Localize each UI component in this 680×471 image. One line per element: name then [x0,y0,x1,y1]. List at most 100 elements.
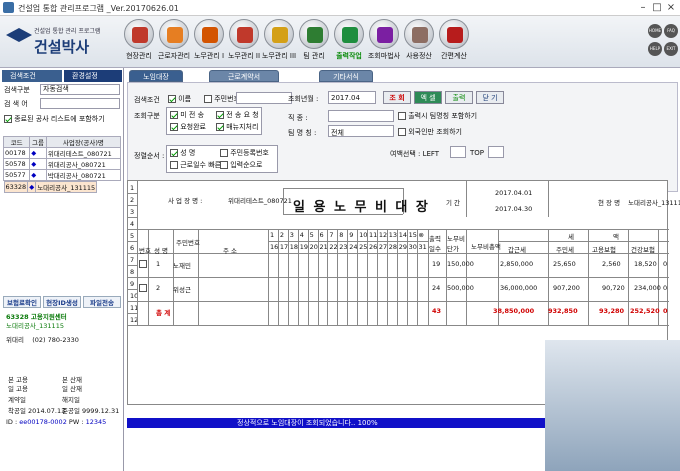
team-select[interactable]: 전체 [328,125,394,137]
total-resident: 93,280 [599,307,625,315]
site2-value: 노대리공사_131115 [628,199,680,207]
exit-button[interactable]: EXIT [664,42,678,56]
worker-income: 907,200 [553,284,580,292]
excel-button[interactable]: 엑 셀 [414,91,442,104]
file-send-button[interactable]: 파일전송 [83,296,121,308]
day-emp-label: 일 고용 [8,385,29,393]
grid-line [137,301,669,302]
include-ended-checkbox[interactable] [4,115,12,123]
job-select[interactable] [328,110,394,122]
search-type-select[interactable]: 자동검색 [40,84,120,95]
close-button[interactable]: 닫 기 [476,91,504,104]
toolbar-label: 간편계산 [441,52,467,60]
sort-name[interactable]: 성 명 [170,148,195,158]
grid-line [137,277,669,278]
faq-button[interactable]: FAQ [664,24,678,38]
wt-requested[interactable]: 전 송 요 청 [216,110,259,120]
grid-line [466,181,467,217]
name-check[interactable]: 이름 [168,94,191,104]
row-number: 2 [130,196,135,204]
grid-line [128,193,137,194]
day-header: 6 [319,231,324,239]
wt-unsent[interactable]: 미 전 송 [170,110,204,120]
day-header: 2 [279,231,285,239]
job-label: 직 종 : [288,114,308,122]
tab-other-forms[interactable]: 기타서식 [319,70,373,82]
toolbar-icon [369,19,399,49]
grid-line [137,253,669,254]
graduation-cap-icon [6,28,32,42]
site-id-create-button[interactable]: 현장ID생성 [43,296,81,308]
table-row-selected[interactable]: 63328 ◆ 노대리공사_131115 [3,181,98,193]
total-label: 총 계 [156,309,171,317]
resno-checkbox[interactable] [204,95,212,103]
row-number: 4 [130,220,135,228]
maximize-icon[interactable]: □ [650,2,664,14]
col-site[interactable]: 사업장(공사)명 [45,136,122,148]
resno-check[interactable]: 주민번호 [204,94,240,104]
toolbar-icon [404,19,434,49]
table-row[interactable]: 50577 ◆ 박대리공사_080721 [2,169,122,181]
year-month-select[interactable]: 2017.04 [328,91,376,104]
site-label: 사 업 장 명 : [168,197,203,205]
grid-line [137,325,669,326]
worker-income: 25,650 [553,260,576,268]
toolbar-button-9[interactable]: 간편계산 [432,19,476,65]
grid-line [128,217,137,218]
help-button[interactable]: HELP [648,42,662,56]
search-type-label: 검색구분 [4,86,30,94]
wt-manual[interactable]: 매뉴지처리 [216,122,258,132]
wt-done[interactable]: 요청완료 [170,122,206,132]
name-input[interactable] [236,92,292,104]
total-total: 38,850,000 [493,307,535,315]
logo-title: 건설박사 [34,38,90,56]
opt-foreign[interactable]: 외국인만 조회하기 [398,127,462,137]
margin-top-input[interactable] [488,146,504,158]
sort-days[interactable]: 근로일수 빠른순 [170,160,228,170]
row-code: 50578 [2,158,31,170]
table-row[interactable]: 50578 ◆ 위대리공사_080721 [2,158,122,170]
top-label: TOP [470,149,485,157]
day-header: 9 [349,231,354,239]
home-button[interactable]: HOME [648,24,662,38]
close-icon[interactable]: × [664,2,678,14]
search-cond-label: 검색조건 [134,96,160,104]
sort-resno[interactable]: 주민등록번호 [220,148,269,158]
print-button[interactable]: 출력 [445,91,473,104]
day-header: 31 [418,243,427,251]
worker-type-label: 조회구분 [134,112,160,120]
toolbar-icon [439,19,469,49]
grid-line [128,229,137,230]
query-button[interactable]: 조 회 [383,91,411,104]
insurance-check-button[interactable]: 보험료확인 [3,296,41,308]
day-header: 1 [270,231,275,239]
col-code[interactable]: 코드 [2,136,31,148]
include-ended-row[interactable]: 종료된 공사 리스트에 포함하기 [4,114,105,124]
period-to: 2017.04.30 [495,205,533,213]
table-row[interactable]: 00178 ◆ 위대리테스트_080721 [2,147,122,159]
row-number: 8 [130,268,135,276]
grid-line [128,205,137,206]
tab-wage-ledger[interactable]: 노임대장 [129,70,183,82]
title-bar: 건설업 통합 관리프로그램 _Ver.20170626.01 – □ × [0,0,680,16]
col-wage: 노무비단가 [447,235,465,253]
search-input[interactable] [40,98,120,109]
col-group[interactable]: 그룹 [29,136,47,148]
col-ded: 액 [613,233,619,241]
row-site: 위대리테스트_080721 [45,147,122,159]
site-table: 코드 그룹 사업장(공사)명 00178 ◆ 위대리테스트_080721 50578 ◆ 위… [2,136,122,193]
sheet-title: 일 용 노 무 비 대 장 [293,200,430,215]
tab-contract[interactable]: 근로계약서 [209,70,279,82]
search-cond-header: 검색조건 [2,70,62,82]
env-settings-button[interactable]: 환경설정 [64,70,122,82]
name-checkbox[interactable] [168,95,176,103]
toolbar-icon [124,19,154,49]
sort-label: 정렬순서 : [134,152,165,160]
grid-line [498,241,669,242]
sort-input[interactable]: 입력순으로 [220,160,262,170]
worker-employ: 234,000 [634,284,661,292]
margin-left-input[interactable] [450,146,466,158]
col-resno: 주민번호 [176,239,200,247]
opt-team-name[interactable]: 출력시 팀명칭 포함하기 [398,111,477,121]
minimize-icon[interactable]: – [636,2,650,14]
